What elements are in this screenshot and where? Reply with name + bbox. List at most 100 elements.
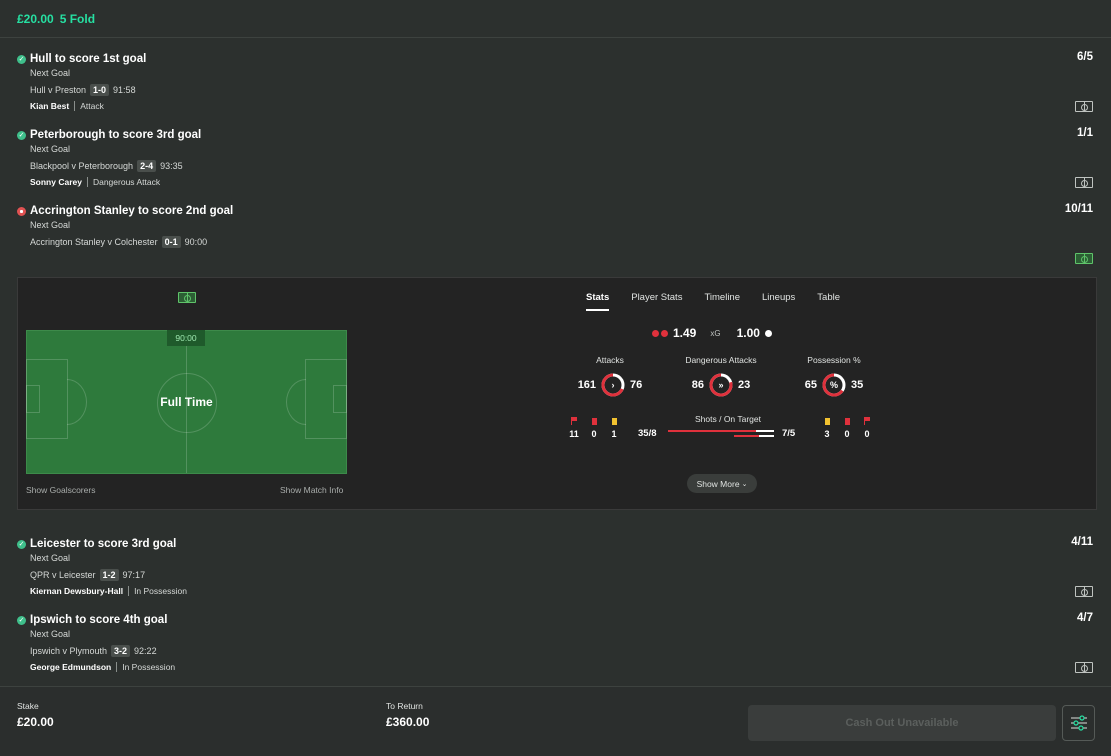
match-name: QPR v Leicester: [30, 570, 96, 580]
match-name: Accrington Stanley v Colchester: [30, 237, 158, 247]
selection-title: Accrington Stanley to score 2nd goal: [30, 205, 234, 217]
match-status: Full Time: [160, 395, 213, 409]
stat-away: 76: [630, 379, 643, 391]
home-dot-icon: [652, 329, 659, 337]
match-time: 92:22: [134, 646, 157, 656]
cash-out-button[interactable]: Cash Out Unavailable: [748, 705, 1056, 741]
shots-on-target: Shots / On Target 35/8 7/5: [638, 414, 798, 439]
show-more-button[interactable]: Show More ⌄: [687, 474, 757, 493]
match-score: 2-4: [137, 160, 157, 172]
stat-away: 23: [738, 379, 751, 391]
shots-total-away-bar: [756, 430, 774, 432]
stat-dangerous-attacks: Dangerous Attacks 86 » 23: [661, 355, 781, 397]
match-pitch: 90:00 Full Time: [26, 330, 347, 474]
pitch-view-icon[interactable]: [1075, 177, 1093, 188]
stat-possession: Possession % 65 % 35: [774, 355, 894, 397]
match-state: In Possession: [134, 586, 187, 596]
stat-glyph-icon: %: [829, 380, 838, 390]
tab-table[interactable]: Table: [817, 292, 840, 311]
stat-away: 35: [851, 379, 864, 391]
tab-timeline[interactable]: Timeline: [704, 292, 740, 311]
selection-market: Next Goal: [30, 220, 71, 230]
stat-home: 161: [577, 379, 597, 391]
show-more-label: Show More: [696, 478, 740, 489]
bet-header[interactable]: £20.00 5 Fold: [0, 0, 1111, 38]
player-name: Sonny Carey: [30, 177, 82, 187]
selection-title: Ipswich to score 4th goal: [30, 614, 168, 626]
header-stake: £20.00: [17, 11, 54, 26]
xg-away: 1.00: [736, 326, 760, 340]
match-clock: 90:00: [167, 330, 205, 346]
selection-title: Hull to score 1st goal: [30, 53, 147, 65]
pitch-view-icon[interactable]: [178, 292, 196, 303]
to-return-label: To Return: [386, 701, 423, 711]
match-state: Attack: [80, 101, 104, 111]
match-score: 1-0: [90, 84, 110, 96]
selection-market: Next Goal: [30, 553, 71, 563]
live-record-icon: [17, 206, 26, 216]
home-corners: 11: [569, 429, 579, 439]
tab-lineups[interactable]: Lineups: [762, 292, 795, 311]
tab-player-stats[interactable]: Player Stats: [631, 292, 682, 311]
won-check-icon: ✓: [17, 130, 26, 140]
home-dot-icon: [661, 329, 668, 337]
stat-home: 86: [691, 379, 704, 391]
selection-item: ✓ Ipswich to score 4th goal 4/7 Next Goal…: [0, 612, 1111, 688]
pitch-view-icon[interactable]: [1075, 101, 1093, 112]
shots-total-home-bar: [668, 430, 757, 432]
divider: [128, 586, 130, 596]
away-dot-icon: [764, 329, 772, 337]
selection-odds: 6/5: [1077, 51, 1093, 63]
settings-sliders-button[interactable]: [1062, 705, 1095, 741]
pitch-view-icon[interactable]: [1075, 662, 1093, 673]
away-discipline: 3 0 0: [817, 416, 877, 439]
home-yellow-cards: 1: [611, 429, 617, 439]
divider: [86, 177, 88, 187]
match-state: Dangerous Attack: [92, 177, 161, 187]
away-corners: 0: [864, 429, 870, 439]
xg-row: 1.49 xG 1.00: [652, 326, 774, 340]
corner-flag-icon: [571, 417, 577, 425]
away-yellow-cards: 3: [824, 429, 830, 439]
selection-item: ✓ Hull to score 1st goal 6/5 Next Goal Hu…: [0, 51, 1111, 127]
shots-on-target-home-bar: [734, 435, 759, 437]
sliders-icon: [1070, 715, 1087, 731]
pitch-view-icon[interactable]: [1075, 253, 1093, 264]
away-red-cards: 0: [844, 429, 850, 439]
stat-ring: %: [822, 373, 846, 397]
selection-odds: 4/7: [1077, 612, 1093, 624]
pitch-view-icon[interactable]: [1075, 586, 1093, 597]
player-name: Kiernan Dewsbury-Hall: [30, 586, 124, 596]
match-name: Ipswich v Plymouth: [30, 646, 108, 656]
selection-odds: 4/11: [1071, 536, 1093, 548]
selection-market: Next Goal: [30, 629, 71, 639]
match-tracker-panel: 90:00 Full Time Show Goalscorers Show Ma…: [17, 277, 1097, 510]
selection-odds: 10/11: [1064, 203, 1093, 215]
bet-footer: Stake £20.00 To Return £360.00 Cash Out …: [0, 686, 1111, 756]
selection-market: Next Goal: [30, 144, 71, 154]
show-goalscorers-link[interactable]: Show Goalscorers: [26, 485, 95, 495]
tab-stats[interactable]: Stats: [586, 292, 610, 311]
stat-attacks: Attacks 161 › 76: [550, 355, 670, 397]
match-state: In Possession: [122, 662, 176, 672]
home-red-cards: 0: [591, 429, 597, 439]
match-score: 0-1: [161, 236, 181, 248]
match-name: Blackpool v Peterborough: [30, 161, 134, 171]
selection-item: Accrington Stanley to score 2nd goal 10/…: [0, 203, 1111, 279]
home-discipline: 11 0 1: [564, 416, 624, 439]
match-score: 3-2: [111, 645, 131, 657]
player-name: Kian Best: [30, 101, 70, 111]
selection-item: ✓ Leicester to score 3rd goal 4/11 Next G…: [0, 536, 1111, 612]
stat-ring: »: [709, 373, 733, 397]
won-check-icon: ✓: [17, 615, 26, 625]
to-return-value: £360.00: [386, 715, 430, 729]
header-bet-type: 5 Fold: [59, 11, 96, 26]
shots-title: Shots / On Target: [695, 414, 761, 424]
stat-home: 65: [804, 379, 817, 391]
show-match-info-link[interactable]: Show Match Info: [280, 485, 343, 495]
selection-market: Next Goal: [30, 68, 71, 78]
divider: [116, 662, 118, 672]
match-score: 1-2: [99, 569, 119, 581]
chevron-down-icon: ⌄: [741, 480, 748, 488]
yellow-card-icon: [824, 417, 830, 425]
